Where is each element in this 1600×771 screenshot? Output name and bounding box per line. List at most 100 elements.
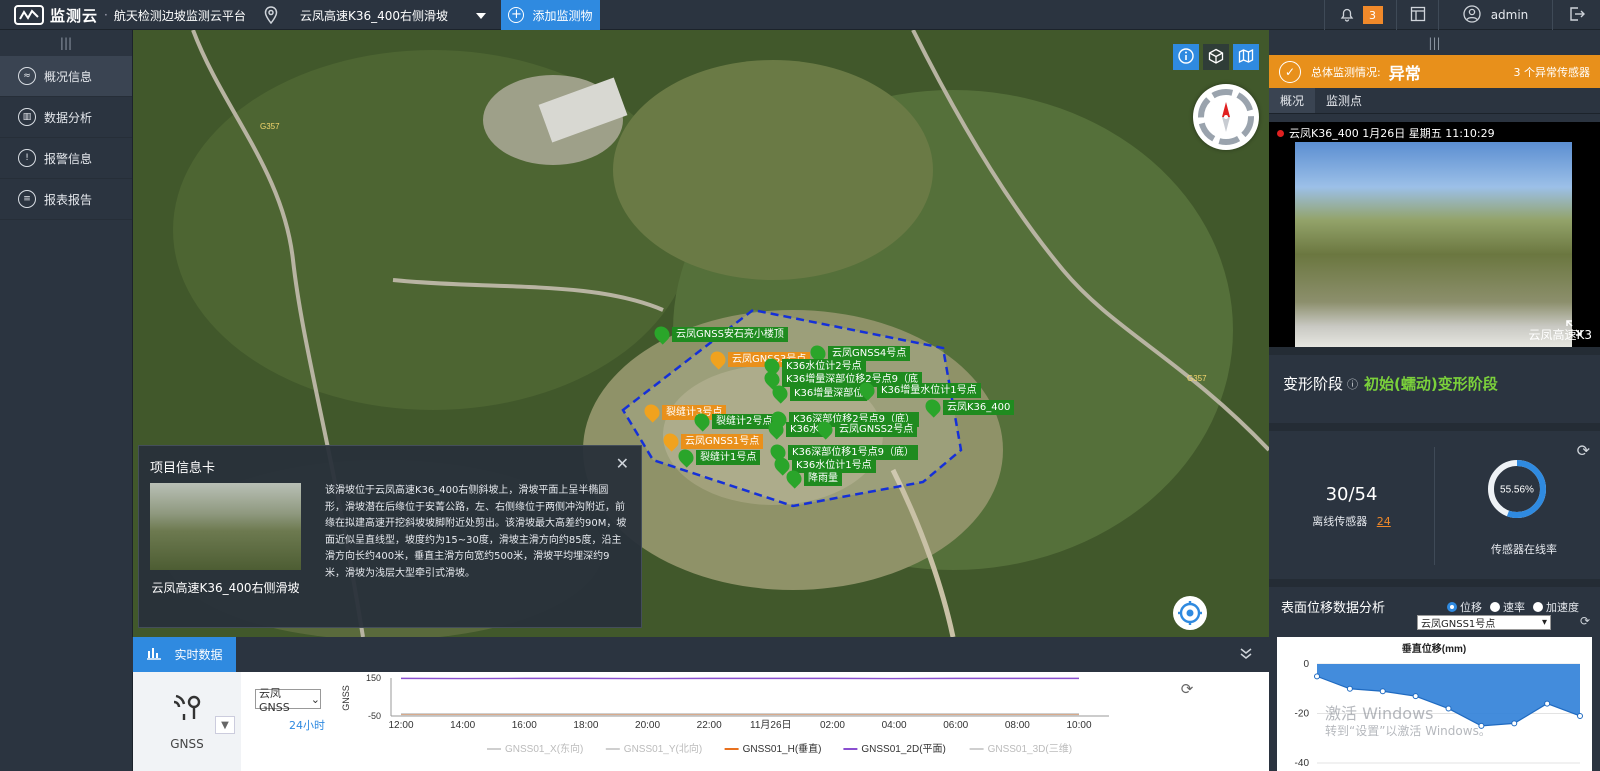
top-right-actions: 3 admin: [1324, 0, 1600, 30]
offline-count-link[interactable]: 24: [1377, 515, 1391, 528]
x-tick-label: 04:00: [882, 720, 907, 731]
data-point: [1544, 700, 1551, 707]
project-info-card: 项目信息卡 ✕ 云凤高速K36_400右侧滑坡 该滑坡位于云凤高速K36_400…: [138, 445, 642, 628]
sidebar-item-report[interactable]: ≡ 报表报告: [0, 179, 132, 220]
fullscreen-icon[interactable]: [1566, 320, 1582, 339]
camera-video[interactable]: 云凤K36_400 1月26日 星期五 11:10:29 云凤高速K3: [1269, 122, 1600, 347]
marker-pin-icon: [641, 401, 663, 423]
sidebar-item-analysis[interactable]: ▥ 数据分析: [0, 97, 132, 138]
map-marker[interactable]: 云凤GNSS2号点: [814, 418, 918, 440]
add-monitor-button[interactable]: + 添加监测物: [501, 0, 600, 30]
x-tick-label: 20:00: [635, 720, 660, 731]
info-small-icon: ⓘ: [1347, 377, 1359, 391]
map-marker[interactable]: 裂缝计1号点: [675, 446, 761, 468]
map-marker[interactable]: 云凤K36_400: [922, 396, 1015, 418]
username: admin: [1490, 8, 1529, 22]
map-marker[interactable]: 裂缝计2号点: [691, 410, 777, 432]
status-label: 总体监测情况:: [1311, 65, 1381, 79]
analysis-icon: ▥: [18, 108, 36, 126]
radio-dot-icon: [1447, 602, 1457, 612]
radio-dot-icon: [1533, 602, 1543, 612]
surface-point-select[interactable]: 云凤GNSS1号点 ▾: [1417, 615, 1551, 630]
sidebar-collapse-handle[interactable]: |||: [0, 30, 132, 56]
offline-label: 离线传感器: [1312, 514, 1368, 528]
sensor-type-label: GNSS: [170, 737, 204, 751]
info-icon: [1178, 47, 1194, 67]
marker-pin-icon: [783, 467, 805, 489]
marker-pin-icon: [707, 348, 729, 370]
map-marker[interactable]: K36水: [765, 418, 824, 440]
divider: [1269, 579, 1600, 587]
compass-control[interactable]: [1193, 84, 1259, 150]
cube-icon: [1208, 48, 1224, 67]
map-marker[interactable]: K36增量水位计1号点: [856, 379, 981, 401]
realtime-data-tab[interactable]: 实时数据: [133, 637, 236, 672]
crosshair-icon: [1178, 601, 1202, 625]
compass-icon: [1198, 89, 1254, 145]
tab-overview[interactable]: 概况: [1269, 88, 1316, 113]
3d-view-button[interactable]: [1203, 44, 1229, 70]
marker-pin-icon: [856, 379, 878, 401]
map-marker[interactable]: 云凤GNSS安石亮小楼顶: [651, 323, 788, 345]
right-panel-tabs: 概况 监测点: [1269, 88, 1600, 114]
chevron-double-down-icon[interactable]: [1239, 646, 1253, 663]
radio-velocity[interactable]: 速率: [1490, 599, 1525, 615]
time-range-link[interactable]: 24小时: [289, 717, 325, 733]
divider: [1269, 423, 1600, 431]
status-value: 异常: [1388, 63, 1421, 83]
marker-label: K36增量深部位: [790, 385, 868, 401]
status-count: 3 个异常传感器: [1513, 65, 1591, 79]
top-bar: 监测云 · 航天检测边坡监测云平台 云凤高速K36_400右侧滑坡 + 添加监测…: [0, 0, 1600, 30]
map-layer-button[interactable]: [1233, 44, 1259, 70]
road-label: G357: [1187, 374, 1207, 383]
project-select[interactable]: 云凤高速K36_400右侧滑坡: [300, 0, 486, 30]
windows-watermark-sub: 转到“设置”以激活 Windows。: [1325, 724, 1491, 738]
marker-pin-icon: [675, 446, 697, 468]
legend-label: GNSS01_H(垂直): [743, 742, 822, 755]
notifications-button[interactable]: 3: [1324, 0, 1396, 30]
report-icon: ≡: [18, 190, 36, 208]
surface-select-value: 云凤GNSS1号点: [1421, 619, 1496, 630]
sidebar-item-alarm[interactable]: ! 报警信息: [0, 138, 132, 179]
radio-displacement[interactable]: 位移: [1447, 599, 1482, 615]
y-tick-label: -50: [368, 711, 381, 721]
add-monitor-label: 添加监测物: [532, 8, 593, 23]
realtime-tab-label: 实时数据: [174, 648, 223, 662]
tab-monitor-points[interactable]: 监测点: [1315, 88, 1373, 113]
brand-separator: ·: [104, 8, 108, 22]
right-panel-handle[interactable]: |||: [1269, 30, 1600, 55]
x-tick-label: 16:00: [512, 720, 537, 731]
refresh-icon[interactable]: ⟳: [1580, 614, 1590, 628]
brand-name: 监测云: [50, 6, 99, 25]
y-tick-label: 0: [1303, 659, 1309, 670]
marker-pin-icon: [769, 382, 791, 404]
radio-label: 位移: [1460, 601, 1482, 614]
map-marker[interactable]: 云凤GNSS1号点: [660, 430, 764, 452]
radio-dot-icon: [1490, 602, 1500, 612]
layout-button[interactable]: [1396, 0, 1438, 30]
marker-label: 降雨量: [804, 470, 842, 486]
info-button[interactable]: [1173, 44, 1199, 70]
user-menu[interactable]: admin: [1438, 0, 1552, 30]
map-icon: [1238, 48, 1254, 67]
realtime-panel: GNSS ▼ 云凤GNSS ⌄ 24小时 GNSS 150 -50 12:00 14:0…: [133, 672, 1269, 771]
marker-label: 云凤K36_400: [943, 399, 1015, 415]
map-marker[interactable]: 降雨量: [783, 467, 842, 489]
legend-label: GNSS01_Y(北向): [624, 742, 702, 755]
close-icon[interactable]: ✕: [616, 454, 629, 473]
realtime-bar: 实时数据: [0, 637, 1269, 672]
logout-button[interactable]: [1552, 0, 1600, 30]
sidebar-item-overview[interactable]: ≈ 概况信息: [0, 56, 132, 97]
refresh-icon[interactable]: ⟳: [1577, 441, 1590, 460]
locate-button[interactable]: [1173, 596, 1207, 630]
map-marker[interactable]: K36增量深部位: [769, 382, 868, 404]
metric-radio-group: 位移 速率 加速度: [1447, 599, 1579, 615]
stage-value: 初始(蠕动)变形阶段: [1364, 375, 1498, 393]
sensor-type-dropdown[interactable]: ▼: [215, 716, 235, 734]
deformation-stage: 变形阶段 ⓘ 初始(蠕动)变形阶段: [1283, 373, 1498, 394]
radio-acceleration[interactable]: 加速度: [1533, 599, 1579, 615]
sensor-select[interactable]: 云凤GNSS ⌄: [255, 687, 321, 714]
logout-icon: [1569, 6, 1585, 25]
video-camera-name: 云凤高速K3: [1528, 328, 1592, 342]
data-point: [1412, 693, 1419, 700]
